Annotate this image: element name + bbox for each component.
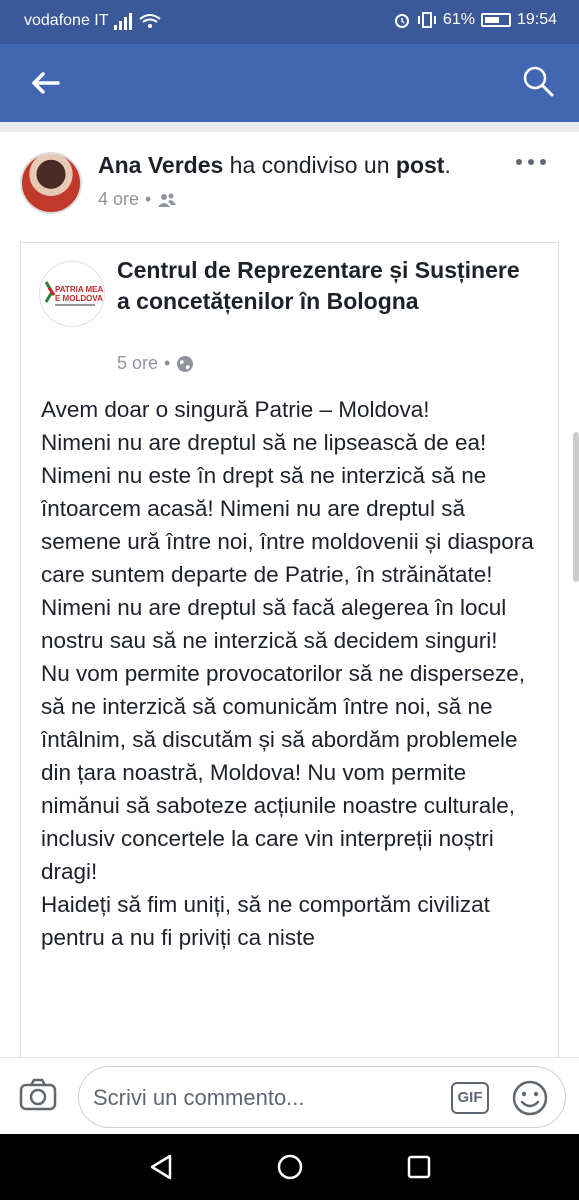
app-bar [0,44,579,122]
nav-recents-icon[interactable] [404,1152,434,1182]
comment-input[interactable] [93,1081,433,1115]
post-header: Ana Verdes ha condiviso un post. [98,152,451,178]
nav-home-icon[interactable] [275,1152,305,1182]
camera-icon[interactable] [18,1075,58,1115]
shared-timestamp[interactable]: 5 ore [117,353,158,374]
status-right: 61% 19:54 [393,11,557,29]
carrier-name: vodafone IT [24,12,109,29]
signal-wifi-icon [114,13,161,30]
battery-percent: 61% [442,11,475,28]
logo-text-bottom: E MOLDOVA [55,294,103,303]
post-timestamp[interactable]: 4 ore [98,189,139,210]
status-bar: vodafone IT 61% 19:54 [0,0,579,44]
system-nav-bar [0,1134,579,1200]
friends-icon [158,193,177,207]
search-icon[interactable] [521,64,555,98]
post-card: Ana Verdes ha condiviso un post. 4 ore •… [0,132,579,1057]
clock: 19:54 [516,11,557,28]
shared-post-meta: 5 ore • [117,353,194,374]
author-name[interactable]: Ana Verdes [98,152,223,178]
gif-button[interactable]: GIF [451,1082,489,1114]
more-options-icon[interactable] [513,150,549,174]
emoji-icon[interactable] [511,1079,549,1117]
arrow-left-icon[interactable] [28,66,62,100]
page-name[interactable]: Centrul de Reprezentare și Susținere a c… [117,255,537,317]
post-body-text: Avem doar o singură Patrie – Moldova! Ni… [41,397,534,950]
scrollbar[interactable] [573,432,579,582]
nav-back-icon[interactable] [146,1152,176,1182]
page-logo-image: PATRIA MEA E MOLDOVA [44,281,104,306]
battery-icon [480,13,511,27]
avatar[interactable] [20,152,82,214]
vibrate-icon [417,12,436,28]
shared-post[interactable]: PATRIA MEA E MOLDOVA Centrul de Reprezen… [20,242,559,1057]
globe-icon [177,355,194,372]
shared-object-link[interactable]: post [396,152,445,178]
alarm-icon [394,14,409,28]
share-action-text: ha condiviso un [223,152,396,178]
comment-field: GIF [78,1066,566,1128]
page-logo[interactable]: PATRIA MEA E MOLDOVA [39,261,105,327]
comment-bar: GIF [0,1057,579,1134]
post-meta: 4 ore • [98,189,177,210]
logo-text-top: PATRIA MEA [55,285,104,294]
